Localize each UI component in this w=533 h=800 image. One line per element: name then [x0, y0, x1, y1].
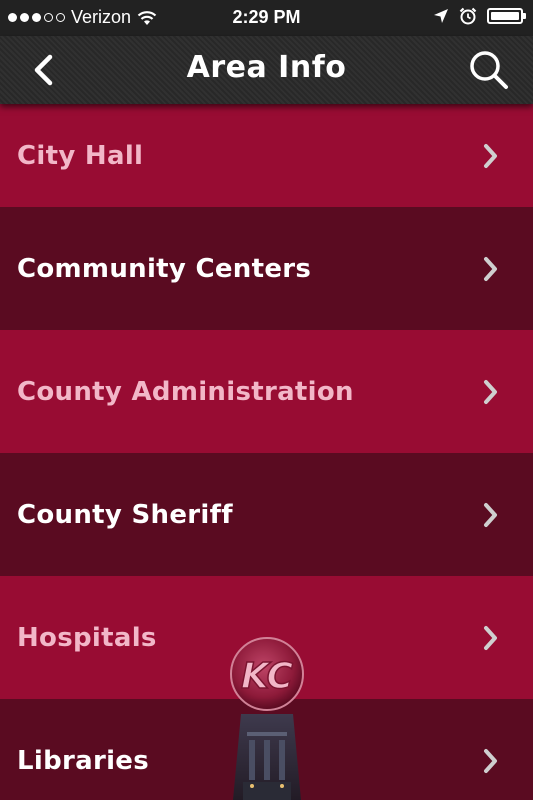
battery-icon: [487, 8, 526, 24]
chevron-right-icon: [484, 143, 497, 168]
navigation-bar: Area Info: [0, 36, 533, 104]
status-right: [433, 7, 526, 25]
location-arrow-icon: [434, 9, 448, 23]
chevron-right-icon: [484, 379, 497, 404]
chevron-right-icon: [484, 748, 497, 773]
page-title: Area Info: [186, 50, 347, 85]
list-item-county-administration[interactable]: County Administration: [0, 330, 533, 453]
kc-logo-text: KC: [241, 656, 294, 697]
list-item-label: Community Centers: [17, 253, 312, 284]
chevron-right-icon: [484, 625, 497, 650]
list-item-label: City Hall: [17, 140, 144, 171]
chevron-right-icon: [484, 256, 497, 281]
kc-logo[interactable]: KC: [219, 636, 315, 800]
list-item-community-centers[interactable]: Community Centers: [0, 207, 533, 330]
alarm-clock-icon: [459, 7, 477, 25]
list-item-county-sheriff[interactable]: County Sheriff: [0, 453, 533, 576]
list-item-label: County Sheriff: [17, 499, 233, 530]
chevron-right-icon: [484, 502, 497, 527]
list-item-label: Libraries: [17, 745, 150, 776]
status-bar: Verizon 2:29 PM: [0, 0, 533, 36]
list-item-label: Hospitals: [17, 622, 157, 653]
list-item-label: County Administration: [17, 376, 354, 407]
list-item-city-hall[interactable]: City Hall: [0, 104, 533, 207]
search-icon[interactable]: [467, 48, 511, 92]
